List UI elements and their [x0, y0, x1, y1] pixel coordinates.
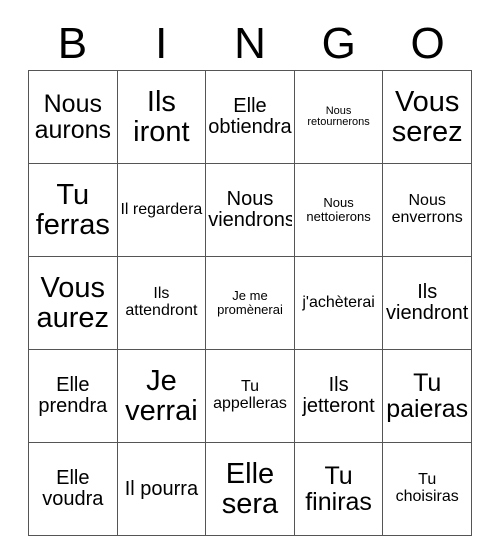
bingo-cell-text: Ils jetteront — [302, 375, 375, 417]
bingo-cell-text: Je me promènerai — [217, 289, 283, 317]
bingo-cell[interactable]: Elle voudra — [28, 442, 118, 536]
bingo-cell-text: j'achèterai — [302, 294, 375, 311]
bingo-cell-text: Il pourra — [124, 478, 199, 500]
bingo-cell[interactable]: Ils viendront — [382, 256, 472, 350]
bingo-cell-text: Elle sera — [221, 458, 279, 520]
bingo-cell[interactable]: Elle sera — [205, 442, 295, 536]
bingo-cell[interactable]: Il regardera — [116, 163, 207, 257]
bingo-row: Elle voudra Il pourra Elle sera Tu finir… — [28, 442, 472, 536]
bingo-header-letter-o: O — [410, 19, 445, 68]
bingo-cell-text: Nous retournerons — [307, 105, 370, 128]
bingo-cell-text: Ils iront — [133, 86, 190, 148]
bingo-row: Vous aurez Ils attendront Je me promèner… — [28, 256, 472, 350]
bingo-cell-text: Tu ferras — [35, 179, 110, 241]
bingo-cell[interactable]: Tu ferras — [28, 163, 118, 257]
bingo-cell[interactable]: Elle obtiendra — [205, 70, 295, 164]
bingo-cell-text: Elle prendra — [38, 375, 108, 417]
bingo-cell-text: Tu choisiras — [395, 472, 459, 505]
bingo-cell-text: Tu paieras — [386, 370, 469, 422]
bingo-cell[interactable]: Ils attendront — [116, 256, 207, 350]
bingo-cell[interactable]: Vous serez — [382, 70, 472, 164]
bingo-cell-text: Elle obtiendra — [208, 96, 292, 138]
bingo-header-letter-g: G — [321, 19, 356, 68]
bingo-row: Nous aurons Ils iront Elle obtiendra Nou… — [28, 70, 472, 164]
bingo-cell-text: Nous enverrons — [391, 193, 463, 226]
bingo-row: Tu ferras Il regardera Nous viendrons No… — [28, 163, 472, 257]
bingo-row: Elle prendra Je verrai Tu appelleras Ils… — [28, 349, 472, 443]
bingo-cell-text: Nous viendrons — [208, 189, 292, 231]
bingo-cell-text: Vous aurez — [36, 272, 110, 334]
bingo-cell[interactable]: Il pourra — [116, 442, 207, 536]
bingo-card: B I N G O Nous aurons Ils iront Elle obt… — [0, 0, 500, 544]
bingo-cell[interactable]: Tu choisiras — [382, 442, 472, 536]
bingo-cell[interactable]: Tu paieras — [382, 349, 472, 443]
bingo-header-letter-b: B — [57, 19, 88, 68]
bingo-cell[interactable]: Nous aurons — [28, 70, 118, 164]
bingo-cell-text: Nous nettoierons — [306, 196, 371, 224]
bingo-cell-text: Je verrai — [125, 365, 198, 427]
bingo-cell-text: Ils viendront — [386, 282, 469, 324]
bingo-cell[interactable]: Je verrai — [116, 349, 207, 443]
bingo-header-row: B I N G O — [28, 0, 472, 66]
bingo-cell-text: Il regardera — [120, 201, 203, 218]
bingo-cell[interactable]: Vous aurez — [28, 256, 118, 350]
bingo-cell-text: Tu finiras — [305, 463, 372, 515]
bingo-cell[interactable]: Tu appelleras — [205, 349, 295, 443]
bingo-header-letter-n: N — [234, 19, 266, 68]
bingo-cell[interactable]: Elle prendra — [28, 349, 118, 443]
bingo-cell[interactable]: j'achèterai — [293, 256, 384, 350]
bingo-cell[interactable]: Ils iront — [116, 70, 207, 164]
bingo-header-letter-i: I — [155, 19, 168, 68]
bingo-cell[interactable]: Ils jetteront — [293, 349, 384, 443]
bingo-cell[interactable]: Nous retournerons — [293, 70, 384, 164]
bingo-cell-text: Nous aurons — [34, 91, 112, 143]
bingo-cell-text: Tu appelleras — [213, 379, 287, 412]
bingo-cell[interactable]: Je me promènerai — [205, 256, 295, 350]
bingo-cell-text: Elle voudra — [42, 468, 104, 510]
bingo-cell-text: Ils attendront — [125, 286, 198, 319]
bingo-cell[interactable]: Tu finiras — [293, 442, 384, 536]
bingo-cell[interactable]: Nous nettoierons — [293, 163, 384, 257]
bingo-cell[interactable]: Nous viendrons — [205, 163, 295, 257]
bingo-cell-text: Vous serez — [391, 86, 463, 148]
bingo-grid: Nous aurons Ils iront Elle obtiendra Nou… — [28, 70, 472, 536]
bingo-cell[interactable]: Nous enverrons — [382, 163, 472, 257]
